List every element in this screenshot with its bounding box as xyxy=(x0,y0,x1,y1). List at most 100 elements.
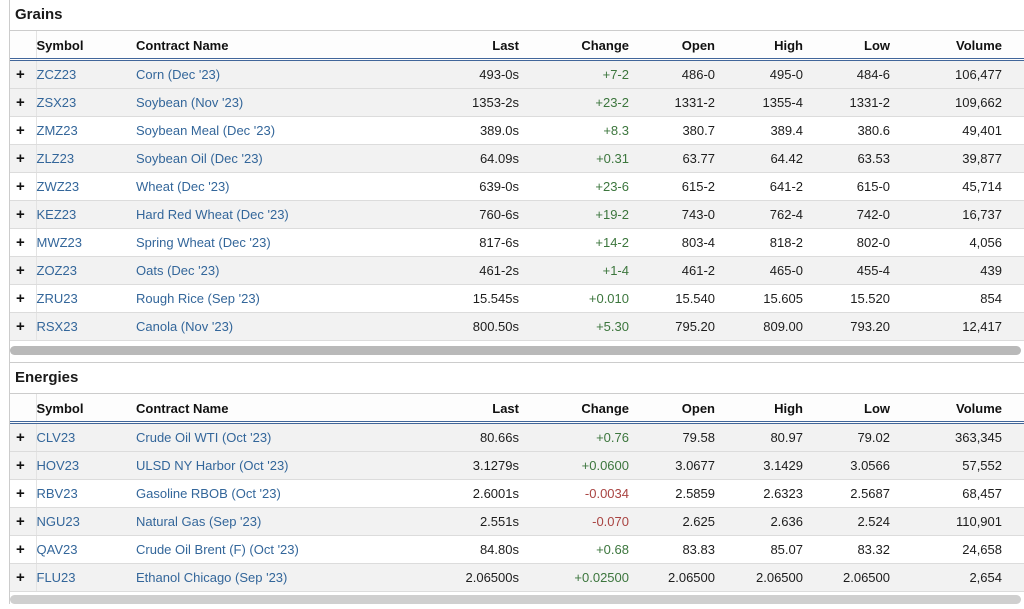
contract-name-link[interactable]: Gasoline RBOB (Oct '23) xyxy=(136,486,281,501)
contract-name-link[interactable]: Canola (Nov '23) xyxy=(136,319,233,334)
symbol-link[interactable]: ZSX23 xyxy=(37,95,77,110)
symbol-link[interactable]: ZRU23 xyxy=(37,291,78,306)
expand-row-plus-icon[interactable]: + xyxy=(16,543,25,557)
open-cell: 1331-2 xyxy=(634,89,720,117)
horizontal-scrollbar-thumb[interactable] xyxy=(10,346,1021,355)
expander-cell: + xyxy=(10,313,36,341)
table-header-row: SymbolContract NameLastChangeOpenHighLow… xyxy=(10,31,1024,60)
name-cell: Crude Oil WTI (Oct '23) xyxy=(136,423,438,452)
change-cell: -0.070 xyxy=(524,508,634,536)
volume-cell: 49,401 xyxy=(895,117,1007,145)
column-header-name[interactable]: Contract Name xyxy=(136,394,438,423)
name-cell: ULSD NY Harbor (Oct '23) xyxy=(136,452,438,480)
symbol-link[interactable]: RSX23 xyxy=(37,319,78,334)
column-header-high[interactable]: High xyxy=(720,394,808,423)
expander-cell: + xyxy=(10,117,36,145)
symbol-link[interactable]: NGU23 xyxy=(37,514,80,529)
filler-cell xyxy=(1007,508,1024,536)
contract-name-link[interactable]: Oats (Dec '23) xyxy=(136,263,219,278)
expand-row-plus-icon[interactable]: + xyxy=(16,264,25,278)
column-header-volume[interactable]: Volume xyxy=(895,394,1007,423)
filler-cell xyxy=(1007,173,1024,201)
contract-name-link[interactable]: Soybean (Nov '23) xyxy=(136,95,243,110)
expand-row-plus-icon[interactable]: + xyxy=(16,180,25,194)
column-header-high[interactable]: High xyxy=(720,31,808,60)
open-cell: 2.06500 xyxy=(634,564,720,592)
expand-row-plus-icon[interactable]: + xyxy=(16,208,25,222)
column-header-symbol[interactable]: Symbol xyxy=(36,394,136,423)
column-header-low[interactable]: Low xyxy=(808,394,895,423)
column-header-last[interactable]: Last xyxy=(438,31,524,60)
column-header-symbol[interactable]: Symbol xyxy=(36,31,136,60)
column-header-last[interactable]: Last xyxy=(438,394,524,423)
symbol-link[interactable]: ZMZ23 xyxy=(37,123,78,138)
column-header-open[interactable]: Open xyxy=(634,394,720,423)
symbol-link[interactable]: ZCZ23 xyxy=(37,67,77,82)
contract-name-link[interactable]: Soybean Oil (Dec '23) xyxy=(136,151,263,166)
column-header-volume[interactable]: Volume xyxy=(895,31,1007,60)
high-cell: 15.605 xyxy=(720,285,808,313)
expand-row-plus-icon[interactable]: + xyxy=(16,320,25,334)
expand-row-plus-icon[interactable]: + xyxy=(16,152,25,166)
low-cell: 63.53 xyxy=(808,145,895,173)
contract-name-link[interactable]: Hard Red Wheat (Dec '23) xyxy=(136,207,289,222)
contract-name-link[interactable]: Rough Rice (Sep '23) xyxy=(136,291,260,306)
expand-row-plus-icon[interactable]: + xyxy=(16,292,25,306)
quote-row-ZSX23: +ZSX23Soybean (Nov '23)1353-2s+23-21331-… xyxy=(10,89,1024,117)
contract-name-link[interactable]: Spring Wheat (Dec '23) xyxy=(136,235,271,250)
symbol-link[interactable]: MWZ23 xyxy=(37,235,83,250)
high-cell: 2.6323 xyxy=(720,480,808,508)
expander-cell: + xyxy=(10,173,36,201)
symbol-cell: QAV23 xyxy=(36,536,136,564)
symbol-link[interactable]: FLU23 xyxy=(37,570,76,585)
column-header-name[interactable]: Contract Name xyxy=(136,31,438,60)
column-header-change[interactable]: Change xyxy=(524,394,634,423)
horizontal-scrollbar-thumb[interactable] xyxy=(10,595,1021,604)
expand-row-plus-icon[interactable]: + xyxy=(16,124,25,138)
name-cell: Rough Rice (Sep '23) xyxy=(136,285,438,313)
symbol-link[interactable]: QAV23 xyxy=(37,542,78,557)
contract-name-link[interactable]: Wheat (Dec '23) xyxy=(136,179,230,194)
symbol-link[interactable]: ZWZ23 xyxy=(37,179,80,194)
expand-row-plus-icon[interactable]: + xyxy=(16,459,25,473)
symbol-cell: RSX23 xyxy=(36,313,136,341)
symbol-link[interactable]: HOV23 xyxy=(37,458,80,473)
expand-row-plus-icon[interactable]: + xyxy=(16,68,25,82)
filler-cell xyxy=(1007,423,1024,452)
open-cell: 486-0 xyxy=(634,60,720,89)
symbol-link[interactable]: KEZ23 xyxy=(37,207,77,222)
high-cell: 85.07 xyxy=(720,536,808,564)
expand-row-plus-icon[interactable]: + xyxy=(16,236,25,250)
expand-row-plus-icon[interactable]: + xyxy=(16,515,25,529)
grains-quotes-table: SymbolContract NameLastChangeOpenHighLow… xyxy=(10,31,1024,341)
quote-row-RSX23: +RSX23Canola (Nov '23)800.50s+5.30795.20… xyxy=(10,313,1024,341)
contract-name-link[interactable]: Corn (Dec '23) xyxy=(136,67,220,82)
column-header-low[interactable]: Low xyxy=(808,31,895,60)
contract-name-link[interactable]: Crude Oil WTI (Oct '23) xyxy=(136,430,271,445)
symbol-link[interactable]: CLV23 xyxy=(37,430,76,445)
high-cell: 80.97 xyxy=(720,423,808,452)
symbol-link[interactable]: RBV23 xyxy=(37,486,78,501)
name-cell: Gasoline RBOB (Oct '23) xyxy=(136,480,438,508)
contract-name-link[interactable]: ULSD NY Harbor (Oct '23) xyxy=(136,458,289,473)
expand-row-plus-icon[interactable]: + xyxy=(16,96,25,110)
expand-row-plus-icon[interactable]: + xyxy=(16,571,25,585)
name-cell: Oats (Dec '23) xyxy=(136,257,438,285)
filler-cell xyxy=(1007,89,1024,117)
contract-name-link[interactable]: Natural Gas (Sep '23) xyxy=(136,514,261,529)
expand-row-plus-icon[interactable]: + xyxy=(16,431,25,445)
filler-cell xyxy=(1007,60,1024,89)
symbol-link[interactable]: ZLZ23 xyxy=(37,151,75,166)
filler-cell xyxy=(1007,452,1024,480)
contract-name-link[interactable]: Soybean Meal (Dec '23) xyxy=(136,123,275,138)
symbol-link[interactable]: ZOZ23 xyxy=(37,263,77,278)
column-header-change[interactable]: Change xyxy=(524,31,634,60)
contract-name-link[interactable]: Crude Oil Brent (F) (Oct '23) xyxy=(136,542,299,557)
name-cell: Ethanol Chicago (Sep '23) xyxy=(136,564,438,592)
quote-row-ZOZ23: +ZOZ23Oats (Dec '23)461-2s+1-4461-2465-0… xyxy=(10,257,1024,285)
column-header-open[interactable]: Open xyxy=(634,31,720,60)
expander-cell: + xyxy=(10,285,36,313)
expand-row-plus-icon[interactable]: + xyxy=(16,487,25,501)
contract-name-link[interactable]: Ethanol Chicago (Sep '23) xyxy=(136,570,287,585)
expander-cell: + xyxy=(10,423,36,452)
